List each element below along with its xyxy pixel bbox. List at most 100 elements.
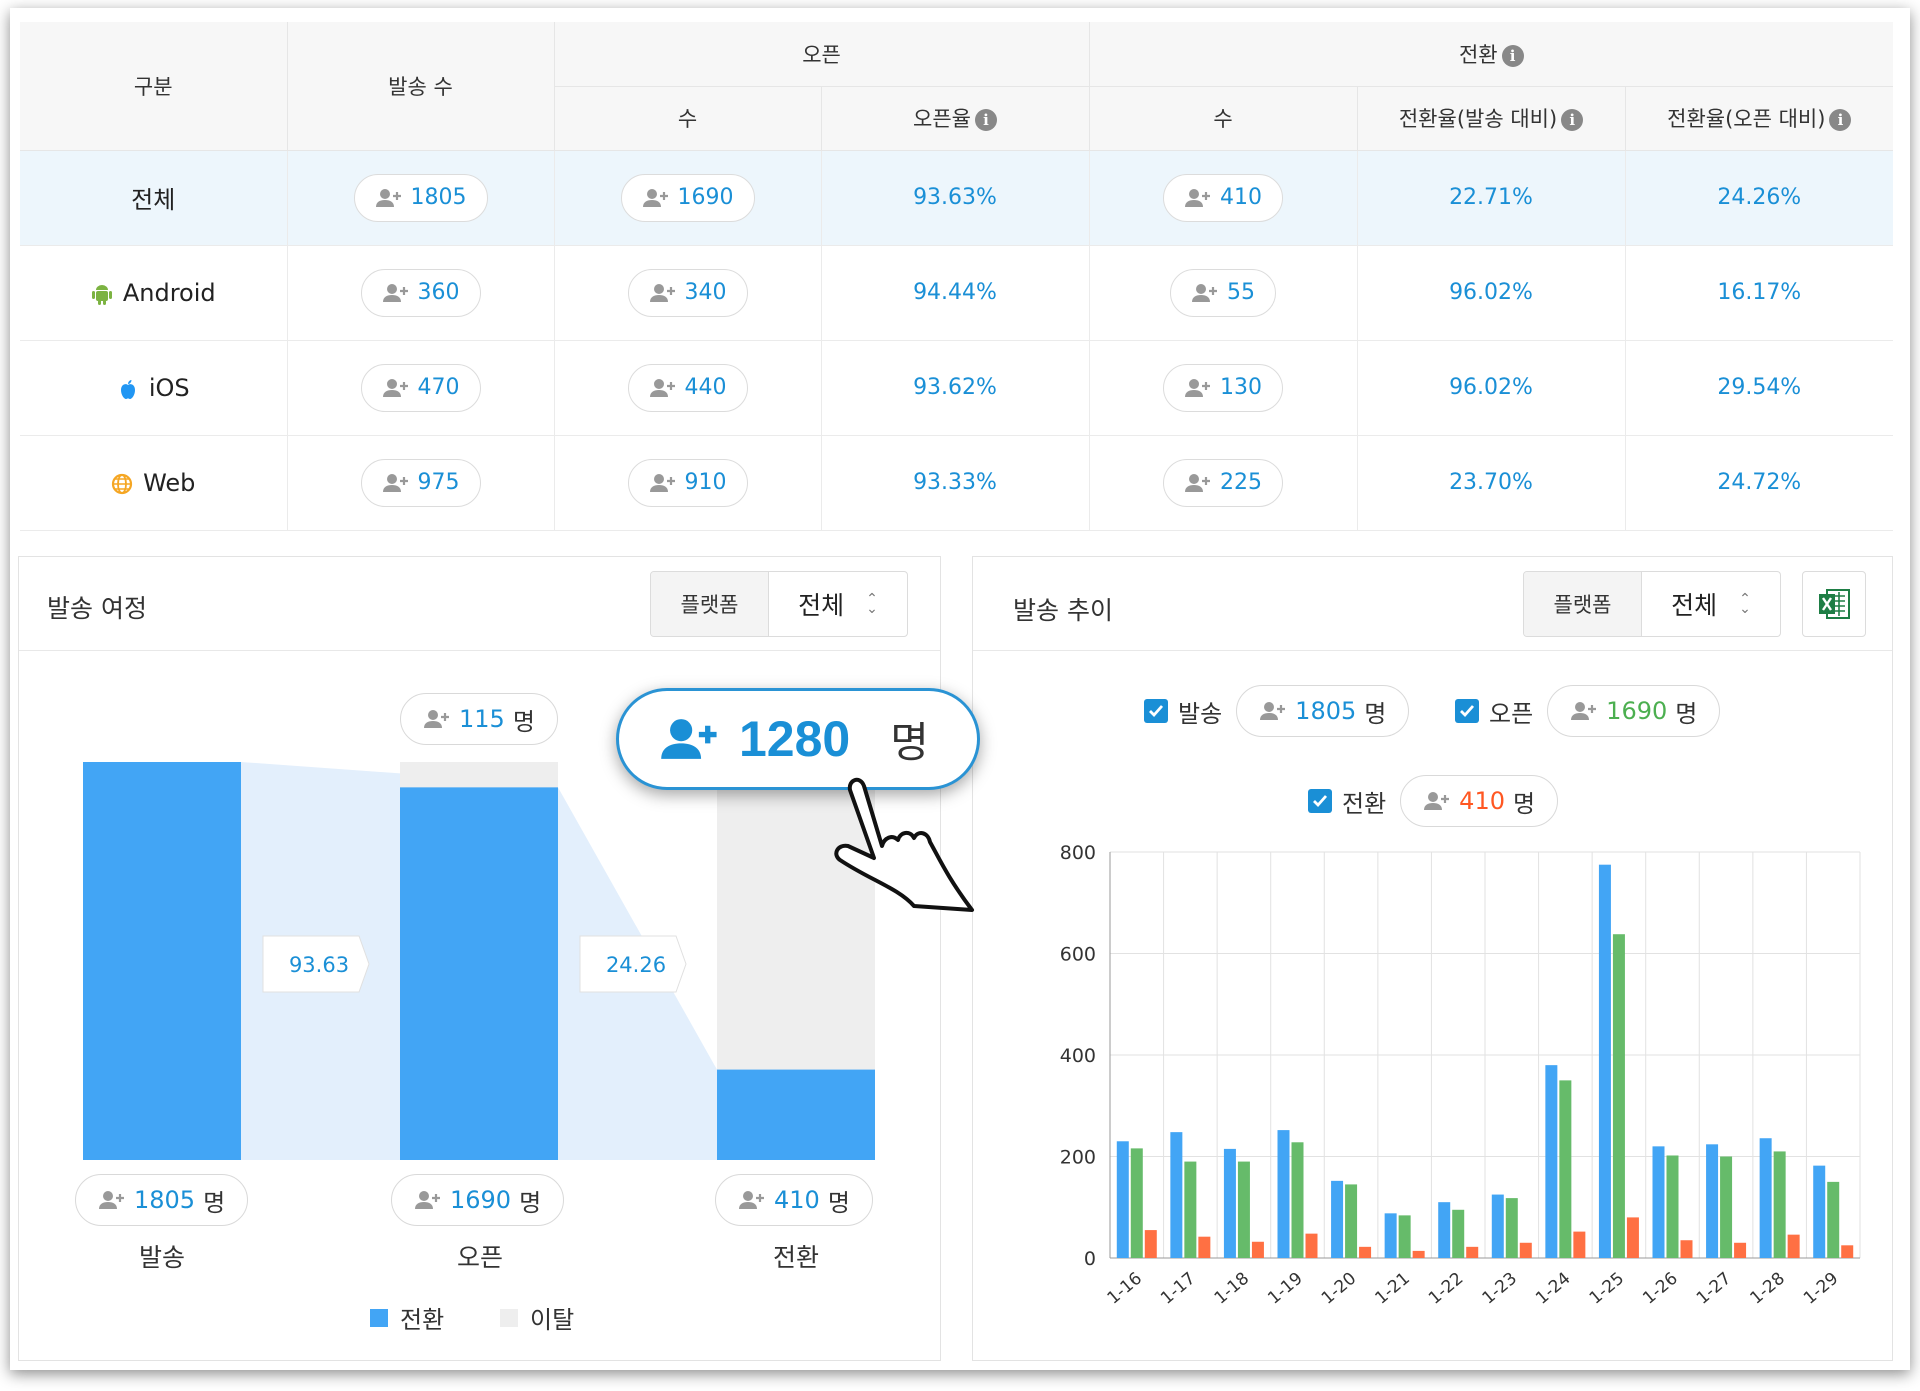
stage-open-value: 1690 bbox=[450, 1186, 512, 1214]
info-icon[interactable]: i bbox=[1829, 109, 1852, 131]
toggle-sent-count: 1805 명 bbox=[1236, 685, 1410, 737]
y-tick-label: 0 bbox=[1084, 1248, 1096, 1270]
x-tick-label: 1-20 bbox=[1318, 1269, 1360, 1309]
bar-sent[interactable] bbox=[1384, 1213, 1397, 1258]
conv-rate-sent-cell: 22.71% bbox=[1357, 150, 1626, 246]
user-plus-icon bbox=[1185, 378, 1211, 397]
y-tick-label: 200 bbox=[1060, 1147, 1096, 1169]
checkbox-checked-icon[interactable] bbox=[1144, 699, 1168, 723]
bar-sent[interactable] bbox=[1706, 1144, 1719, 1258]
x-tick-label: 1-28 bbox=[1746, 1269, 1788, 1309]
funnel-kept-bar bbox=[83, 762, 241, 1160]
bar-sent[interactable] bbox=[1652, 1146, 1665, 1258]
user-plus-icon bbox=[1185, 473, 1211, 492]
bar-conv[interactable] bbox=[1144, 1230, 1157, 1258]
bar-conv[interactable] bbox=[1198, 1236, 1211, 1258]
platform-select-value-text: 전체 bbox=[1671, 591, 1718, 620]
bar-conv[interactable] bbox=[1251, 1241, 1264, 1258]
bar-sent[interactable] bbox=[1331, 1180, 1344, 1258]
conv-count-pill[interactable]: 410 bbox=[1163, 173, 1284, 222]
toggle-open[interactable]: 오픈 1690 명 bbox=[1455, 685, 1721, 737]
x-tick-label: 1-16 bbox=[1104, 1269, 1146, 1309]
bar-sent[interactable] bbox=[1223, 1148, 1236, 1258]
stage-count-bubble-conv: 410 명 bbox=[715, 1174, 873, 1226]
bar-conv[interactable] bbox=[1680, 1240, 1693, 1258]
conv-count-pill[interactable]: 130 bbox=[1163, 363, 1284, 412]
conv-count-value: 410 bbox=[1220, 185, 1263, 210]
stage-count-bubble-open: 1690 명 bbox=[391, 1174, 565, 1226]
toggle-conversion-label: 전환 bbox=[1342, 789, 1387, 818]
funnel-kept-bar bbox=[400, 787, 558, 1160]
info-icon[interactable]: i bbox=[1561, 109, 1584, 131]
bar-sent[interactable] bbox=[1813, 1165, 1826, 1258]
trend-bar-chart: 0 200 400 600 800 1-16 1-17 1-18 1-19 1-20 1-21 1-2… bbox=[1060, 842, 1861, 1309]
toggle-conversion[interactable]: 전환 410 명 bbox=[1308, 775, 1559, 827]
bar-open[interactable] bbox=[1398, 1215, 1411, 1258]
conv-count-value: 225 bbox=[1220, 470, 1263, 495]
conv-count-cell: 55 bbox=[1089, 245, 1358, 341]
trend-platform-select[interactable]: 플랫폼 전체 ⌃ ⌄ bbox=[1523, 571, 1781, 637]
toggle-sent-value: 1805 bbox=[1295, 697, 1357, 725]
bar-open[interactable] bbox=[1827, 1181, 1840, 1258]
toggle-open-value: 1690 bbox=[1606, 697, 1668, 725]
bar-conv[interactable] bbox=[1305, 1233, 1318, 1258]
user-plus-icon bbox=[739, 1191, 764, 1209]
stage-sent-value: 1805 bbox=[134, 1186, 196, 1214]
bar-open[interactable] bbox=[1130, 1148, 1143, 1258]
bar-open[interactable] bbox=[1612, 934, 1625, 1258]
bar-conv[interactable] bbox=[1734, 1242, 1747, 1258]
info-icon[interactable]: i bbox=[1501, 44, 1524, 67]
bar-conv[interactable] bbox=[1787, 1234, 1800, 1258]
bar-sent[interactable] bbox=[1491, 1194, 1504, 1258]
x-tick-label: 1-18 bbox=[1211, 1269, 1253, 1309]
conv-rate-sent-cell: 96.02% bbox=[1357, 245, 1626, 341]
bar-sent[interactable] bbox=[1170, 1132, 1183, 1258]
legend-kept-label: 전환 bbox=[400, 1306, 445, 1334]
header-conversion-label: 전환 bbox=[1458, 42, 1498, 67]
bar-open[interactable] bbox=[1773, 1151, 1786, 1258]
bar-open[interactable] bbox=[1291, 1142, 1304, 1258]
bar-sent[interactable] bbox=[1438, 1202, 1451, 1258]
x-tick-label: 1-26 bbox=[1639, 1269, 1681, 1309]
bar-conv[interactable] bbox=[1359, 1246, 1372, 1258]
y-tick-label: 400 bbox=[1060, 1045, 1096, 1067]
platform-select-value[interactable]: 전체 ⌃ ⌄ bbox=[1642, 572, 1780, 636]
conv-rate-sent-cell: 96.02% bbox=[1357, 340, 1626, 436]
rate-arrow-label: 24.26 bbox=[606, 953, 666, 977]
excel-icon bbox=[1819, 589, 1850, 619]
bar-open[interactable] bbox=[1720, 1156, 1733, 1259]
conv-count-value: 130 bbox=[1220, 375, 1263, 400]
bar-conv[interactable] bbox=[1573, 1231, 1586, 1258]
bar-sent[interactable] bbox=[1759, 1138, 1772, 1258]
conv-count-pill[interactable]: 225 bbox=[1163, 458, 1284, 507]
bar-open[interactable] bbox=[1452, 1209, 1465, 1258]
excel-download-button[interactable] bbox=[1802, 571, 1866, 637]
bar-sent[interactable] bbox=[1545, 1065, 1558, 1258]
bar-conv[interactable] bbox=[1466, 1246, 1479, 1258]
bar-sent[interactable] bbox=[1277, 1130, 1290, 1258]
y-tick-label: 600 bbox=[1060, 944, 1096, 966]
checkbox-checked-icon[interactable] bbox=[1455, 699, 1479, 723]
header-conv-rate-sent: 전환율(발송 대비) i bbox=[1357, 86, 1626, 151]
bar-open[interactable] bbox=[1666, 1155, 1679, 1258]
bar-open[interactable] bbox=[1184, 1161, 1197, 1258]
bar-open[interactable] bbox=[1505, 1198, 1518, 1258]
bar-conv[interactable] bbox=[1626, 1217, 1639, 1258]
bar-open[interactable] bbox=[1559, 1080, 1572, 1258]
bar-open[interactable] bbox=[1237, 1161, 1250, 1258]
info-icon[interactable]: i bbox=[974, 109, 997, 131]
bar-conv[interactable] bbox=[1412, 1250, 1425, 1258]
stage-label-conv: 전환 bbox=[772, 1243, 819, 1272]
drop-count-value: 115 bbox=[459, 705, 505, 733]
bar-sent[interactable] bbox=[1116, 1141, 1129, 1258]
user-plus-icon bbox=[415, 1191, 440, 1209]
bar-conv[interactable] bbox=[1519, 1242, 1532, 1258]
bar-open[interactable] bbox=[1345, 1184, 1358, 1258]
conv-count-pill[interactable]: 55 bbox=[1170, 268, 1277, 317]
bar-conv[interactable] bbox=[1841, 1245, 1854, 1258]
bar-sent[interactable] bbox=[1598, 864, 1611, 1258]
toggle-sent[interactable]: 발송 1805 명 bbox=[1144, 685, 1410, 737]
header-conversion-group: 전환 i bbox=[1089, 22, 1894, 87]
user-plus-icon bbox=[661, 719, 717, 759]
checkbox-checked-icon[interactable] bbox=[1308, 789, 1332, 813]
